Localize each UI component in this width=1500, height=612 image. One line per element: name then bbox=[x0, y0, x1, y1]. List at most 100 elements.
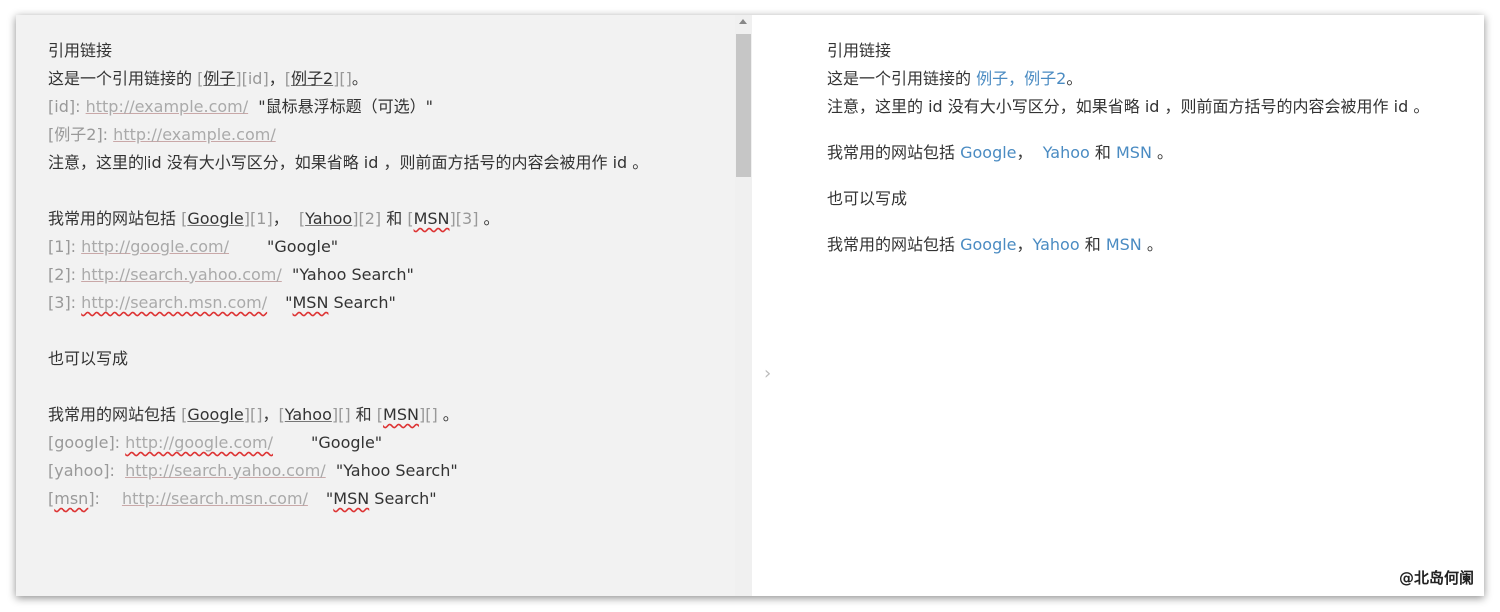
preview-content: 引用链接 这是一个引用链接的 例子，例子2。 注意，这里的 id 没有大小写区分… bbox=[827, 37, 1474, 259]
text: 我常用的网站包括 bbox=[48, 209, 182, 228]
editor-scrollbar[interactable] bbox=[735, 15, 752, 596]
text: 。 bbox=[1141, 235, 1163, 254]
source-editor-pane[interactable]: 引用链接 这是一个引用链接的 [例子][id]，[例子2][]。 [id]: h… bbox=[16, 15, 735, 596]
ref-label: id bbox=[54, 97, 69, 116]
preview-line: 引用链接 bbox=[827, 37, 1474, 65]
ref-title: "Google" bbox=[311, 433, 383, 452]
ref-title: "鼠标悬浮标题（可选）" bbox=[258, 97, 434, 116]
text: 我常用的网站包括 bbox=[827, 143, 961, 162]
text: 和 bbox=[381, 209, 408, 228]
text: 和 bbox=[1089, 143, 1116, 162]
text: 。 bbox=[437, 405, 459, 424]
ref-title: MSN bbox=[333, 489, 370, 508]
link-text: MSN bbox=[383, 405, 419, 424]
preview-link[interactable]: MSN bbox=[1116, 143, 1152, 162]
text: 和 bbox=[350, 405, 377, 424]
ref-url: http://google.com/ bbox=[81, 237, 230, 256]
text: 我常用的网站包括 bbox=[48, 405, 182, 424]
text: ， bbox=[1008, 69, 1025, 88]
heading-text: 引用链接 bbox=[48, 41, 113, 60]
preview-link[interactable]: Google bbox=[960, 235, 1016, 254]
watermark: @北岛何阑 bbox=[1398, 569, 1474, 587]
text: ， bbox=[1016, 235, 1033, 254]
text: 引用链接 bbox=[827, 41, 892, 60]
ref-label: 1 bbox=[54, 237, 65, 256]
ref-url: http://example.com/ bbox=[85, 97, 249, 116]
text: 。 bbox=[478, 209, 500, 228]
preview-line: 注意，这里的 id 没有大小写区分，如果省略 id ，则前面方括号的内容会被用作… bbox=[827, 93, 1474, 121]
preview-line: 也可以写成 bbox=[827, 185, 1474, 213]
ref-url: http://search.msn.com/ bbox=[121, 489, 308, 508]
preview-link[interactable]: Yahoo bbox=[1033, 235, 1080, 254]
markdown-editor-window: 引用链接 这是一个引用链接的 [例子][id]，[例子2][]。 [id]: h… bbox=[16, 15, 1484, 596]
link-ref: id bbox=[247, 69, 263, 88]
text: 这是一个引用链接的 bbox=[48, 69, 198, 88]
link-ref: 2 bbox=[364, 209, 375, 228]
ref-title: MSN bbox=[292, 293, 329, 312]
link-ref: 1 bbox=[256, 209, 267, 228]
preview-line: 我常用的网站包括 Google， Yahoo 和 MSN 。 bbox=[827, 139, 1474, 167]
ref-title: " bbox=[285, 293, 293, 312]
preview-link[interactable]: 例子2 bbox=[1024, 69, 1066, 88]
bracket: ]: bbox=[68, 97, 81, 116]
link-text: Google bbox=[187, 405, 244, 424]
text: ， bbox=[1016, 143, 1043, 162]
ref-url: http://search.yahoo.com/ bbox=[125, 461, 326, 480]
source-line: [1]: http://google.com/"Google" bbox=[48, 237, 339, 256]
bracket: ]: bbox=[96, 125, 109, 144]
ref-title: "Yahoo Search" bbox=[291, 265, 414, 284]
ref-title: "Google" bbox=[267, 237, 339, 256]
ref-label: msn bbox=[54, 489, 89, 508]
ref-label: google bbox=[54, 433, 109, 452]
link-text: Google bbox=[187, 209, 244, 228]
preview-line: 这是一个引用链接的 例子，例子2。 bbox=[827, 65, 1474, 93]
text: ， bbox=[272, 209, 299, 228]
preview-line: 我常用的网站包括 Google，Yahoo 和 MSN 。 bbox=[827, 231, 1474, 259]
source-line: 我常用的网站包括 [Google][1]， [Yahoo][2] 和 [MSN]… bbox=[48, 205, 705, 233]
bracket: ][ bbox=[243, 209, 257, 228]
ref-label: yahoo bbox=[54, 461, 104, 480]
text: 注意，这里的 bbox=[48, 153, 145, 172]
source-line: [2]: http://search.yahoo.com/ "Yahoo Sea… bbox=[48, 265, 414, 284]
splitter-chevron-icon[interactable]: › bbox=[764, 363, 771, 384]
text-cursor bbox=[145, 156, 147, 170]
preview-link[interactable]: Yahoo bbox=[1043, 143, 1090, 162]
source-line: 注意，这里的 id 没有大小写区分，如果省略 id ，则前面方括号的内容会被用作 … bbox=[48, 149, 705, 177]
text: 和 bbox=[1079, 235, 1106, 254]
bracket: ][ bbox=[352, 209, 365, 228]
text: 我常用的网站包括 bbox=[827, 235, 961, 254]
link-text: MSN bbox=[413, 209, 450, 228]
scroll-up-arrow-icon[interactable] bbox=[739, 19, 747, 24]
source-line: [google]: http://google.com/"Google" bbox=[48, 433, 383, 452]
preview-link[interactable]: MSN bbox=[1106, 235, 1142, 254]
ref-label: 2 bbox=[54, 265, 65, 284]
bracket: ][ bbox=[333, 69, 346, 88]
preview-link[interactable]: Google bbox=[960, 143, 1016, 162]
bracket: ][ bbox=[235, 69, 248, 88]
ref-title: "Yahoo Search" bbox=[335, 461, 458, 480]
link-ref: 3 bbox=[462, 209, 473, 228]
source-line: 我常用的网站包括 [Google][]，[Yahoo][] 和 [MSN][] … bbox=[48, 405, 459, 424]
ref-url: http://example.com/ bbox=[113, 125, 276, 144]
text: 这是一个引用链接的 bbox=[827, 69, 977, 88]
ref-url: http://google.com/ bbox=[125, 433, 274, 452]
text: 。 bbox=[1151, 143, 1174, 162]
source-text[interactable]: 引用链接 这是一个引用链接的 [例子][id]，[例子2][]。 [id]: h… bbox=[48, 37, 705, 513]
ref-label: 3 bbox=[54, 293, 65, 312]
preview-link[interactable]: 例子 bbox=[976, 69, 1008, 88]
source-line: 这是一个引用链接的 [例子][id]，[例子2][]。 bbox=[48, 65, 705, 93]
source-line: [msn]: http://search.msn.com/"MSN Search" bbox=[48, 489, 437, 508]
link-text: Yahoo bbox=[284, 405, 332, 424]
text: 也可以写成 bbox=[48, 349, 129, 368]
scrollbar-thumb[interactable] bbox=[736, 34, 751, 177]
ref-url: http://search.msn.com/ bbox=[81, 293, 268, 312]
source-line: 引用链接 bbox=[48, 37, 705, 65]
text: 注意，这里的 id 没有大小写区分，如果省略 id ，则前面方括号的内容会被用作… bbox=[827, 97, 1430, 116]
source-line: [例子2]: http://example.com/ bbox=[48, 121, 705, 149]
ref-url: http://search.yahoo.com/ bbox=[81, 265, 282, 284]
text: id 没有大小写区分，如果省略 id ，则前面方括号的内容会被用作 id 。 bbox=[147, 153, 649, 172]
